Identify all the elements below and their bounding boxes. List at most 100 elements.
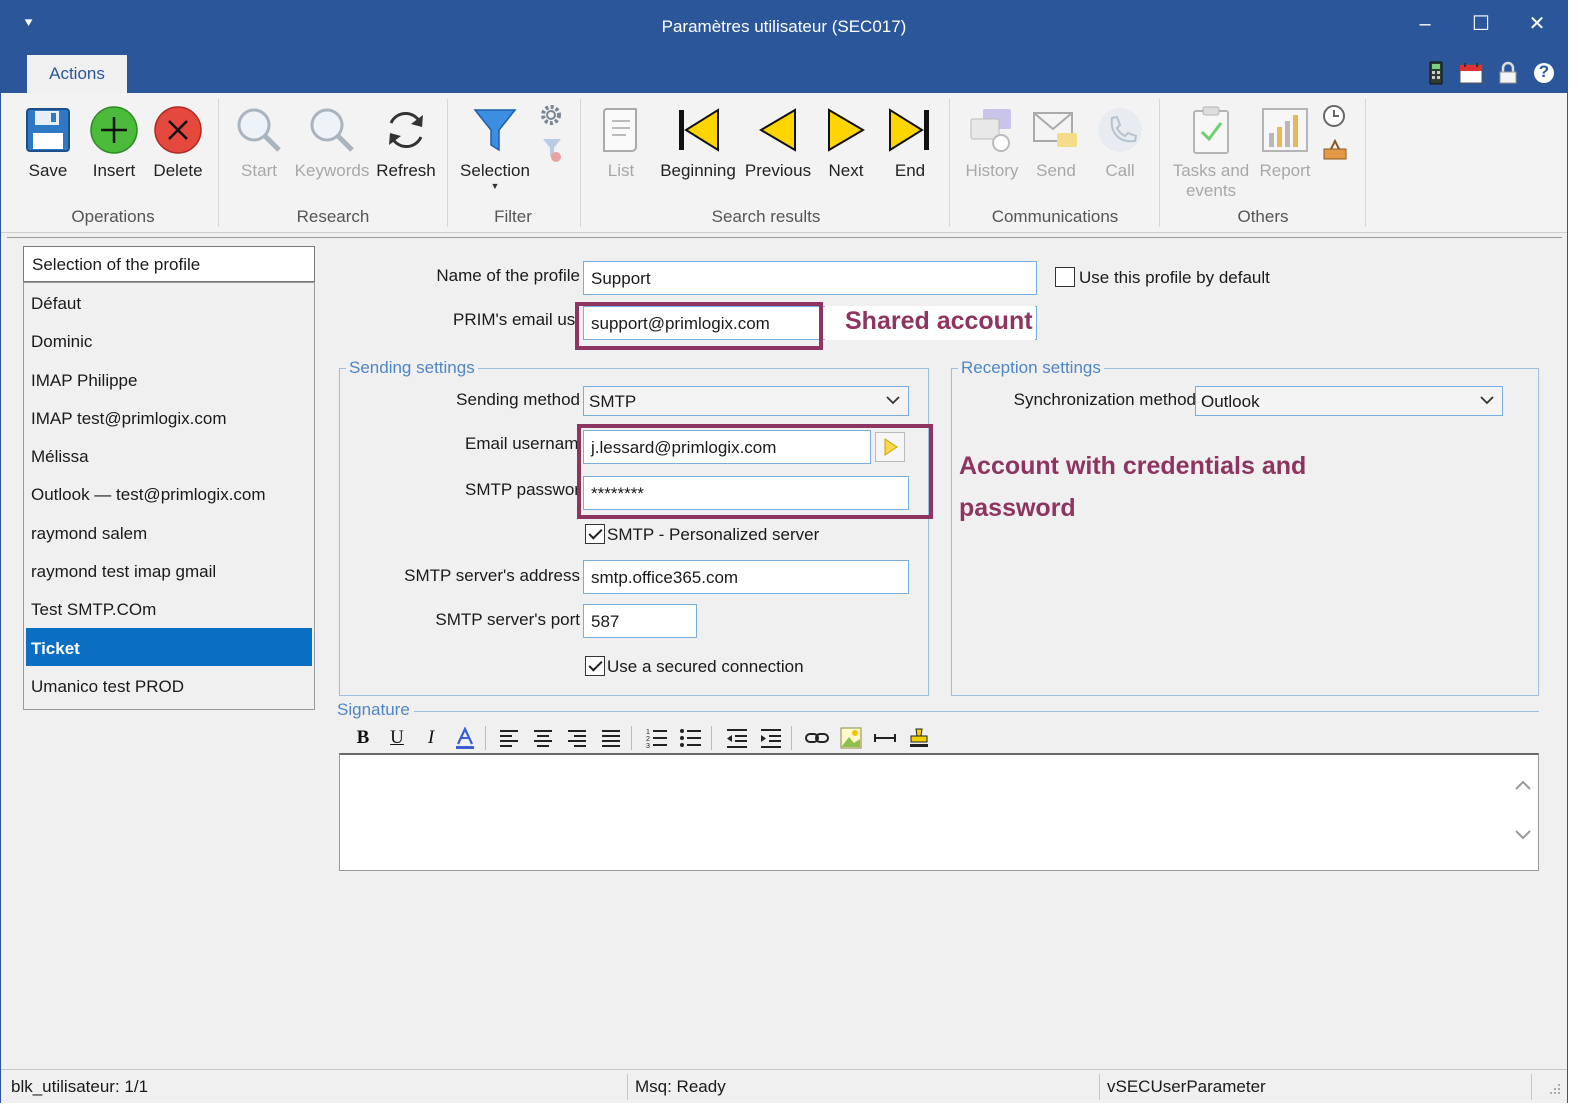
signature-legend: Signature [337,700,414,720]
profile-list-item[interactable]: Outlook — test@primlogix.com [24,474,314,512]
group-research-label: Research [296,207,370,226]
selection-button[interactable]: Selection ▼ [457,103,533,191]
refresh-button[interactable]: Refresh [375,103,437,181]
email-user-label-clip: PRIM's email user [427,310,579,334]
calendar-icon[interactable] [1458,61,1484,85]
clock-history-icon[interactable] [1321,103,1347,129]
signature-divider [339,711,1539,712]
beginning-button[interactable]: Beginning [655,103,741,181]
resize-grip-icon[interactable] [1547,1080,1561,1094]
underline-button[interactable]: U [383,724,411,752]
group-others-label: Others [1237,207,1289,226]
credentials-highlight [577,424,933,519]
minimize-button[interactable]: – [1405,9,1445,39]
help-icon[interactable]: ? [1531,61,1557,85]
profile-list-item[interactable]: Test SMTP.COm [24,589,314,627]
inbox-tray-icon[interactable] [1321,137,1349,163]
lock-icon[interactable] [1495,61,1521,85]
funnel-icon [457,103,533,157]
group-operations-label: Operations [71,207,155,226]
profile-list-item[interactable]: Dominic [24,321,314,359]
outdent-icon[interactable] [723,724,751,752]
bold-button[interactable]: B [349,724,377,752]
signature-editor[interactable] [339,753,1539,871]
sending-settings-legend: Sending settings [346,358,478,378]
profile-list[interactable]: Défaut Dominic IMAP Philippe IMAP test@p… [23,282,315,710]
gear-icon[interactable] [539,103,563,127]
profile-list-item[interactable]: IMAP Philippe [24,360,314,398]
tab-actions[interactable]: Actions [27,55,127,93]
group-separator [1365,99,1366,227]
add-circle-icon [85,103,143,157]
keywords-button[interactable]: Keywords [293,103,371,181]
sending-method-select[interactable]: SMTP [583,386,909,416]
history-button[interactable]: History [961,103,1023,181]
profile-list-item[interactable]: raymond test imap gmail [24,551,314,589]
align-left-icon[interactable] [495,724,523,752]
numbered-list-icon[interactable]: 123 [643,724,671,752]
indent-icon[interactable] [757,724,785,752]
smtp-server-field[interactable]: smtp.office365.com [583,560,909,594]
list-button[interactable]: List [593,103,649,181]
scroll-up-icon[interactable] [1512,775,1534,795]
end-button[interactable]: End [881,103,939,181]
chevron-down-icon [886,396,900,405]
previous-button[interactable]: Previous [743,103,813,181]
delete-button[interactable]: Delete [149,103,207,181]
bullet-list-icon[interactable] [677,724,705,752]
profile-list-item[interactable]: Défaut [24,283,314,321]
scroll-down-icon[interactable] [1512,825,1534,845]
email-username-label: Email username [465,434,581,453]
call-button[interactable]: Call [1091,103,1149,181]
ribbon-tab-row: Actions ? [1,53,1567,93]
smtp-port-field[interactable]: 587 [583,604,697,638]
calculator-icon[interactable] [1423,61,1449,85]
sync-method-select[interactable]: Outlook [1195,386,1503,416]
tasks-and-events-button[interactable]: Tasks and events [1171,103,1251,201]
toolbar-separator [631,726,632,750]
insert-button[interactable]: Insert [85,103,143,181]
clear-filter-icon[interactable] [541,137,563,163]
link-icon[interactable] [803,724,831,752]
align-center-icon[interactable] [529,724,557,752]
send-button[interactable]: Send [1027,103,1085,181]
toolbar-separator [791,726,792,750]
status-separator [1099,1074,1100,1100]
chevron-down-icon: ▼ [490,181,500,191]
profile-list-item[interactable]: Mélissa [24,436,314,474]
align-right-icon[interactable] [563,724,591,752]
profile-list-item-selected[interactable]: Ticket [26,627,312,666]
report-button[interactable]: Report [1255,103,1315,181]
email-user-label: PRIM's email user [453,310,579,329]
secured-connection-checkbox[interactable] [585,656,605,676]
svg-text:1: 1 [646,729,650,736]
profile-list-item[interactable]: raymond salem [24,513,314,551]
shared-account-annotation: Shared account [845,307,1033,335]
title-bar: ⯆ Paramètres utilisateur (SEC017) – ☐ ✕ [1,1,1567,53]
font-color-icon[interactable] [451,724,479,752]
envelope-icon [1027,103,1085,157]
maximize-button[interactable]: ☐ [1461,9,1501,39]
use-default-checkbox[interactable] [1055,267,1075,287]
horizontal-rule-icon[interactable] [871,724,899,752]
profile-list-item[interactable]: IMAP test@primlogix.com [24,398,314,436]
stamp-icon[interactable] [905,724,933,752]
smtp-personalized-checkbox[interactable] [585,524,605,544]
insert-image-icon[interactable] [837,724,865,752]
history-chat-icon [961,103,1023,157]
profile-name-field[interactable]: Support [583,261,1037,295]
close-button[interactable]: ✕ [1517,9,1557,39]
use-default-label: Use this profile by default [1079,268,1270,287]
group-separator [218,99,219,227]
group-separator [1159,99,1160,227]
next-button[interactable]: Next [819,103,873,181]
sending-method-label: Sending method [456,390,580,409]
start-button[interactable]: Start [229,103,289,181]
sync-method-label: Synchronization method [1013,390,1196,409]
save-button[interactable]: Save [19,103,77,181]
italic-button[interactable]: I [417,724,445,752]
status-separator [1531,1074,1532,1100]
align-justify-icon[interactable] [597,724,625,752]
profile-list-item[interactable]: Umanico test PROD [24,666,314,704]
save-icon [19,103,77,157]
